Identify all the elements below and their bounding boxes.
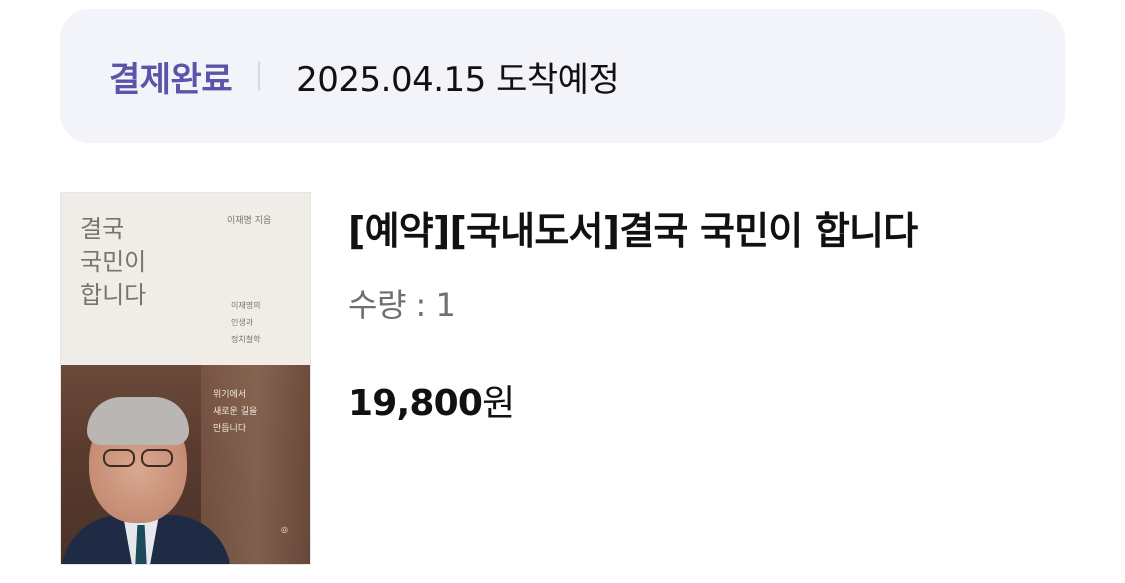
price-unit: 원: [482, 383, 515, 424]
arrival-date-text: 2025.04.15 도착예정: [296, 59, 620, 100]
cover-tagline-text: 위기에서 새로운 길을 만듭니다: [213, 390, 258, 434]
cover-top-panel: 결국 국민이 합니다 이재명 지음 이재명의 인생과 정치철학: [61, 193, 310, 365]
portrait-hair: [87, 397, 189, 445]
publisher-logo: ◎: [281, 525, 288, 534]
price-value: 19,800: [348, 383, 483, 424]
cover-title-text: 결국 국민이 합니다: [80, 215, 147, 309]
status-divider: [258, 61, 261, 91]
cover-author-text: 이재명 지음: [227, 216, 272, 226]
payment-status-label: 결제완료: [109, 59, 233, 100]
product-quantity: 수량 : 1: [348, 286, 456, 324]
order-status-bar: 결제완료 2025.04.15 도착예정: [60, 9, 1065, 143]
order-product-item[interactable]: 결국 국민이 합니다 이재명 지음 이재명의 인생과 정치철학 위기에서 새로운…: [60, 192, 1065, 567]
portrait-glasses: [99, 449, 177, 467]
cover-portrait-photo: 위기에서 새로운 길을 만듭니다 ◎: [61, 365, 310, 564]
product-title[interactable]: [예약][국내도서]결국 국민이 합니다: [348, 200, 918, 255]
product-price: 19,800원: [348, 374, 515, 426]
book-cover-image[interactable]: 결국 국민이 합니다 이재명 지음 이재명의 인생과 정치철학 위기에서 새로운…: [60, 192, 311, 565]
cover-subtitle-text: 이재명의 인생과 정치철학: [231, 301, 261, 344]
